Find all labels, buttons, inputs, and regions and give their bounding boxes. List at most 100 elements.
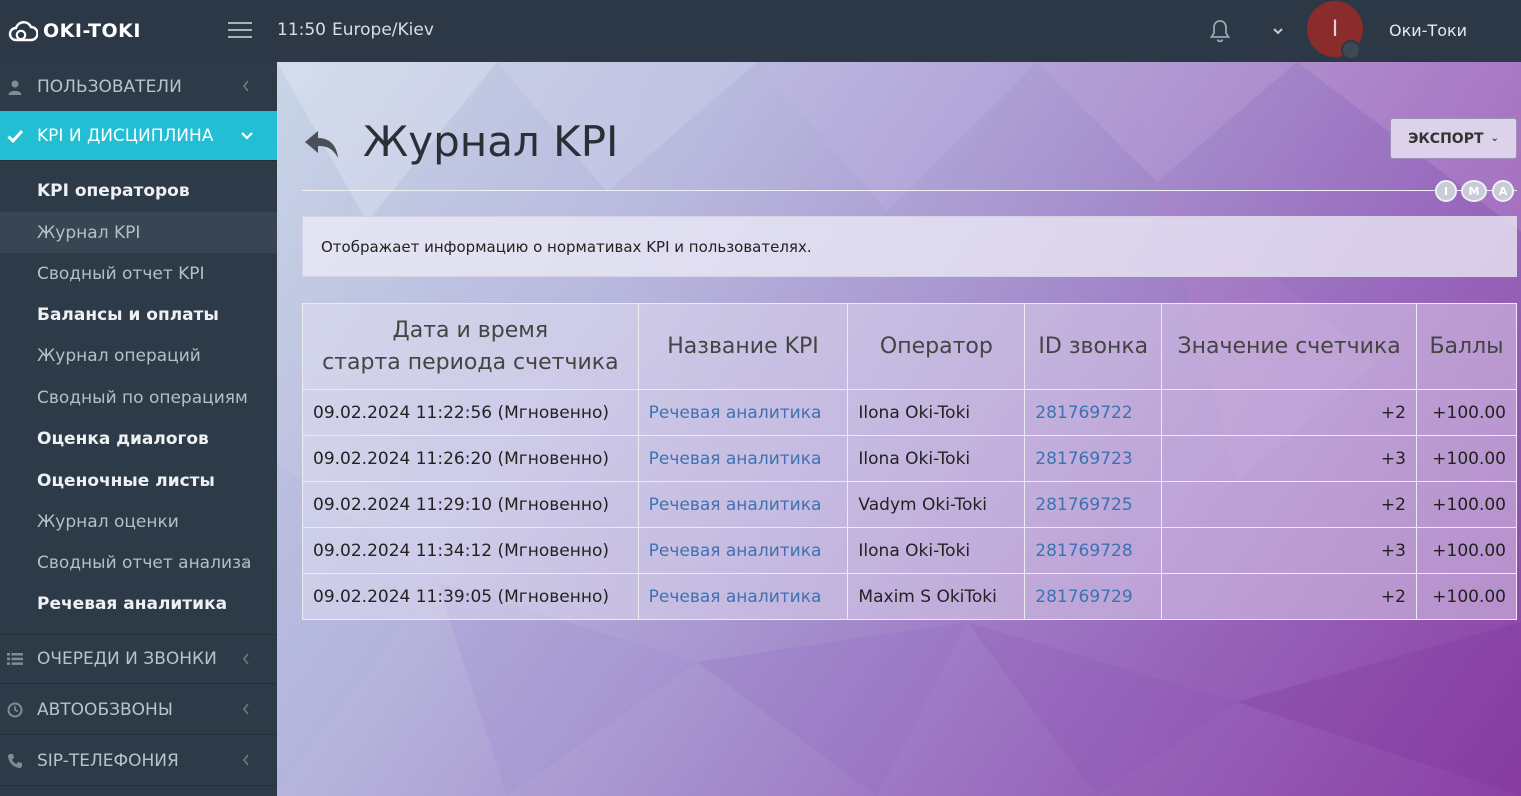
menu-toggle-icon[interactable] — [228, 22, 252, 40]
chevron-down-icon[interactable] — [1270, 24, 1286, 38]
chevron-left-icon — [242, 703, 249, 715]
sidebar-section-queues[interactable]: ОЧЕРЕДИ И ЗВОНКИ — [0, 634, 277, 684]
call-id-link[interactable]: 281769723 — [1024, 435, 1163, 482]
info-text: Отображает информацию о нормативах KPI и… — [321, 237, 812, 256]
sidebar-section-label: ОЧЕРЕДИ И ЗВОНКИ — [37, 649, 217, 669]
chevron-down-icon: ⌄ — [1490, 133, 1499, 144]
kpi-link[interactable]: Речевая аналитика — [637, 527, 849, 574]
cell-counter-value: +3 — [1161, 435, 1417, 482]
cell-counter-value: +3 — [1161, 527, 1417, 574]
kpi-link[interactable]: Речевая аналитика — [637, 389, 849, 436]
sidebar-item-operations-summary[interactable]: Сводный по операциям — [0, 377, 277, 418]
sidebar-item-rating-journal[interactable]: Журнал оценки — [0, 501, 277, 542]
cell-counter-value: +2 — [1161, 573, 1417, 620]
sidebar-item-kpi-journal[interactable]: Журнал KPI — [0, 212, 277, 253]
sidebar-item-label: Балансы и оплаты — [37, 304, 219, 325]
sidebar-item-rating-sheets[interactable]: Оценочные листы — [0, 460, 277, 501]
bell-icon[interactable] — [1208, 18, 1232, 44]
clock: 11:50 Europe/Kiev — [277, 20, 434, 40]
avatar-letter: I — [1331, 16, 1339, 42]
sidebar-item-label: Журнал операций — [37, 345, 201, 366]
timezone: Europe/Kiev — [332, 20, 434, 40]
user-name[interactable]: Оки-Токи — [1389, 21, 1467, 40]
call-id-link[interactable]: 281769728 — [1024, 527, 1163, 574]
column-header-operator[interactable]: Оператор — [847, 303, 1026, 390]
kpi-link[interactable]: Речевая аналитика — [637, 573, 849, 620]
cell-datetime: 09.02.2024 11:39:05 (Мгновенно) — [302, 573, 639, 620]
sidebar-item-label: Сводный отчет анализа — [37, 552, 252, 573]
sidebar-section-label: ПОЛЬЗОВАТЕЛИ — [37, 76, 182, 97]
chevron-left-icon — [242, 754, 249, 766]
table-header-row: Дата и время старта периода счетчика Назв… — [302, 303, 1518, 390]
kpi-link[interactable]: Речевая аналитика — [637, 435, 849, 482]
cell-operator: Ilona Oki-Toki — [847, 527, 1026, 574]
time: 11:50 — [277, 20, 326, 40]
back-arrow-icon[interactable] — [302, 125, 342, 163]
chevron-left-icon — [242, 653, 249, 665]
column-header-datetime[interactable]: Дата и время старта периода счетчика — [302, 303, 639, 390]
sidebar-item-label: Оценочные листы — [37, 470, 215, 491]
sidebar-item-analysis-summary[interactable]: Сводный отчет анализа — [0, 542, 277, 583]
title-divider — [302, 190, 1517, 191]
cell-datetime: 09.02.2024 11:22:56 (Мгновенно) — [302, 389, 639, 436]
clock-icon — [7, 702, 23, 717]
cell-points: +100.00 — [1415, 573, 1518, 620]
sidebar-section-sip[interactable]: SIP-ТЕЛЕФОНИЯ — [0, 736, 277, 786]
call-id-link[interactable]: 281769725 — [1024, 481, 1163, 528]
info-panel: Отображает информацию о нормативах KPI и… — [302, 216, 1517, 277]
sidebar-section-label: KPI И ДИСЦИПЛИНА — [37, 125, 214, 146]
main-content: Журнал KPI ЭКСПОРТ ⌄ I M A Отображает ин… — [277, 62, 1521, 796]
cell-datetime: 09.02.2024 11:34:12 (Мгновенно) — [302, 527, 639, 574]
sidebar-section-kpi[interactable]: KPI И ДИСЦИПЛИНА — [0, 111, 277, 161]
sidebar-section-autodialer[interactable]: АВТООБЗВОНЫ — [0, 685, 277, 735]
kpi-link[interactable]: Речевая аналитика — [637, 481, 849, 528]
sidebar-item-speech-analytics[interactable]: Речевая аналитика — [0, 583, 277, 624]
column-header-points[interactable]: Баллы — [1415, 303, 1518, 390]
sidebar-item-dialog-rating[interactable]: Оценка диалогов — [0, 418, 277, 459]
sidebar-item-kpi-operators[interactable]: KPI операторов — [0, 170, 277, 211]
cell-counter-value: +2 — [1161, 481, 1417, 528]
table-row: 09.02.2024 11:39:05 (Мгновенно) Речевая … — [302, 573, 1518, 620]
kpi-journal-table: Дата и время старта периода счетчика Назв… — [302, 303, 1518, 620]
sidebar-section-label: SIP-ТЕЛЕФОНИЯ — [37, 750, 179, 771]
column-header-counter-value[interactable]: Значение счетчика — [1161, 303, 1417, 390]
header-line: Дата и время — [392, 317, 549, 343]
table-row: 09.02.2024 11:22:56 (Мгновенно) Речевая … — [302, 389, 1518, 436]
logo-text: OKI-TOKI — [43, 20, 141, 42]
sidebar-item-balances[interactable]: Балансы и оплаты — [0, 294, 277, 335]
view-mode-a[interactable]: A — [1492, 180, 1514, 202]
sidebar-section-users[interactable]: ПОЛЬЗОВАТЕЛИ — [0, 62, 277, 112]
sidebar-item-label: Оценка диалогов — [37, 428, 209, 449]
sidebar-item-label: KPI операторов — [37, 180, 190, 201]
column-header-call-id[interactable]: ID звонка — [1024, 303, 1163, 390]
status-indicator — [1341, 40, 1361, 60]
sidebar-item-kpi-summary[interactable]: Сводный отчет KPI — [0, 253, 277, 294]
export-button[interactable]: ЭКСПОРТ ⌄ — [1390, 118, 1517, 159]
view-mode-m[interactable]: M — [1461, 180, 1487, 202]
sidebar-item-operations-journal[interactable]: Журнал операций — [0, 335, 277, 376]
page-title: Журнал KPI — [363, 117, 619, 166]
cloud-logo-icon — [8, 21, 38, 42]
cell-points: +100.00 — [1415, 435, 1518, 482]
phone-icon — [8, 753, 22, 768]
chevron-down-icon — [241, 132, 253, 140]
call-id-link[interactable]: 281769729 — [1024, 573, 1163, 620]
column-header-kpi-name[interactable]: Название KPI — [637, 303, 849, 390]
list-icon — [7, 653, 23, 665]
table-row: 09.02.2024 11:34:12 (Мгновенно) Речевая … — [302, 527, 1518, 574]
cell-points: +100.00 — [1415, 389, 1518, 436]
cell-points: +100.00 — [1415, 527, 1518, 574]
cell-datetime: 09.02.2024 11:26:20 (Мгновенно) — [302, 435, 639, 482]
cell-operator: Vadym Oki-Toki — [847, 481, 1026, 528]
logo[interactable]: OKI-TOKI — [8, 18, 141, 44]
table-row: 09.02.2024 11:29:10 (Мгновенно) Речевая … — [302, 481, 1518, 528]
sidebar-item-label: Речевая аналитика — [37, 593, 228, 614]
cell-points: +100.00 — [1415, 481, 1518, 528]
sidebar: ПОЛЬЗОВАТЕЛИ KPI И ДИСЦИПЛИНА KPI операт… — [0, 62, 277, 796]
top-bar: OKI-TOKI 11:50 Europe/Kiev I Оки-Токи — [0, 0, 1521, 62]
call-id-link[interactable]: 281769722 — [1024, 389, 1163, 436]
chevron-left-icon — [242, 557, 249, 569]
view-mode-i[interactable]: I — [1435, 180, 1457, 202]
sidebar-item-label: Сводный по операциям — [37, 387, 248, 408]
chevron-left-icon — [242, 80, 249, 92]
